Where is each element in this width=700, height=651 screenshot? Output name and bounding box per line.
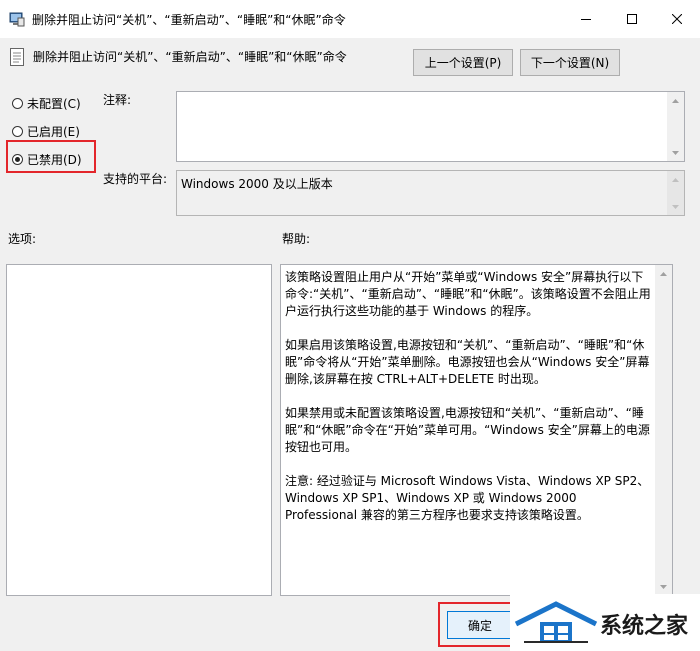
maximize-icon [627,14,637,24]
minimize-icon [581,19,591,20]
scroll-down-icon[interactable] [667,144,684,161]
radio-enabled-label: 已启用(E) [27,125,80,139]
help-paragraph: 如果启用该策略设置,电源按钮和“关机”、“重新启动”、“睡眠”和“休眠”命令将从… [285,338,650,386]
next-setting-button[interactable]: 下一个设置(N) [520,49,620,76]
close-icon [672,14,682,24]
minimize-button[interactable] [563,0,609,38]
watermark-text: 系统之家 [600,614,689,639]
title-bar: 删除并阻止访问“关机”、“重新启动”、“睡眠”和“休眠”命令 [0,0,700,38]
help-paragraph: 如果禁用或未配置该策略设置,电源按钮和“关机”、“重新启动”、“睡眠”和“休眠”… [285,406,650,454]
options-label: 选项: [8,232,37,246]
help-text: 该策略设置阻止用户从“开始”菜单或“Windows 安全”屏幕执行以下命令:“关… [285,269,652,541]
ok-button[interactable]: 确定 [447,611,513,639]
radio-indicator [12,126,23,137]
platform-value: Windows 2000 及以上版本 [181,177,333,191]
window-title: 删除并阻止访问“关机”、“重新启动”、“睡眠”和“休眠”命令 [32,13,346,27]
platform-field: Windows 2000 及以上版本 [176,170,685,216]
radio-enabled[interactable]: 已启用(E) [12,123,80,140]
radio-not-configured-label: 未配置(C) [27,97,81,111]
options-panel [6,264,272,596]
scroll-down-icon [667,198,684,215]
help-label: 帮助: [282,232,311,246]
policy-title: 删除并阻止访问“关机”、“重新启动”、“睡眠”和“休眠”命令 [33,50,347,64]
radio-disabled-label: 已禁用(D) [27,153,82,167]
radio-indicator-selected [12,154,23,165]
scroll-up-icon[interactable] [667,92,684,109]
close-button[interactable] [654,0,700,38]
comment-label: 注释: [103,93,132,107]
platform-label: 支持的平台: [103,172,168,186]
platform-scrollbar [667,171,684,215]
radio-disabled[interactable]: 已禁用(D) [12,151,82,168]
scroll-up-icon[interactable] [655,265,672,282]
scroll-up-icon [667,171,684,188]
watermark: 系统之家 [510,594,700,651]
help-scrollbar[interactable] [655,265,672,595]
scroll-down-icon[interactable] [655,578,672,595]
house-logo-icon [514,601,598,643]
previous-setting-button[interactable]: 上一个设置(P) [413,49,513,76]
policy-window-icon [9,12,25,27]
radio-indicator [12,98,23,109]
maximize-button[interactable] [609,0,655,38]
help-paragraph: 该策略设置阻止用户从“开始”菜单或“Windows 安全”屏幕执行以下命令:“关… [285,270,651,318]
comment-scrollbar[interactable] [667,92,684,161]
policy-setting-icon [10,48,24,66]
help-paragraph: 注意: 经过验证与 Microsoft Windows Vista、Window… [285,474,650,522]
help-panel[interactable]: 该策略设置阻止用户从“开始”菜单或“Windows 安全”屏幕执行以下命令:“关… [280,264,673,596]
radio-not-configured[interactable]: 未配置(C) [12,95,81,112]
comment-textarea[interactable] [176,91,685,162]
